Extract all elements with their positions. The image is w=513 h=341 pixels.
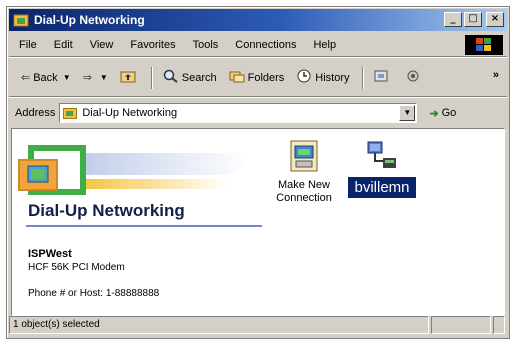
history-icon xyxy=(296,69,312,86)
dialup-folder-icon xyxy=(13,12,29,28)
banner-title: Dial-Up Networking xyxy=(28,201,185,220)
address-value: Dial-Up Networking xyxy=(82,107,178,119)
menu-favorites[interactable]: Favorites xyxy=(130,39,175,51)
selection-details: ISPWest HCF 56K PCI Modem Phone # or Hos… xyxy=(28,247,159,301)
folders-button[interactable]: Folders xyxy=(229,69,285,86)
menu-view[interactable]: View xyxy=(90,39,114,51)
status-text: 1 object(s) selected xyxy=(9,316,429,334)
search-icon xyxy=(163,69,179,86)
status-bar: 1 object(s) selected xyxy=(9,316,507,336)
back-arrow-icon: ⇐ xyxy=(21,72,31,84)
banner-swoosh xyxy=(78,179,228,189)
back-button[interactable]: ⇐ Back ▼ xyxy=(21,71,71,85)
menu-file[interactable]: File xyxy=(19,39,37,51)
toolbar-overflow[interactable]: » xyxy=(493,69,499,81)
close-button[interactable]: × xyxy=(486,12,504,27)
maximize-button[interactable]: □ xyxy=(464,12,482,27)
forward-button[interactable]: ⇒ ▼ xyxy=(83,71,108,84)
network-connection-icon xyxy=(365,139,399,173)
chevron-down-icon[interactable]: ▼ xyxy=(399,105,416,121)
folders-label: Folders xyxy=(247,71,285,84)
history-button[interactable]: History xyxy=(296,69,350,86)
toolbar-separator xyxy=(150,66,153,89)
up-folder-icon xyxy=(120,69,136,86)
menu-edit[interactable]: Edit xyxy=(54,39,73,51)
make-new-connection-icon xyxy=(288,139,320,173)
menu-tools[interactable]: Tools xyxy=(193,39,219,51)
minimize-button[interactable]: _ xyxy=(444,12,462,27)
address-input[interactable]: Dial-Up Networking ▼ xyxy=(59,103,418,123)
dialup-folder-icon xyxy=(18,159,58,191)
back-label: Back xyxy=(33,71,58,84)
selected-connection-name: ISPWest xyxy=(28,248,72,260)
history-label: History xyxy=(315,71,350,84)
make-new-label-line2: Connection xyxy=(276,192,332,204)
folder-view[interactable]: Dial-Up Networking ISPWest HCF 56K PCI M… xyxy=(11,128,505,316)
chevron-down-icon[interactable]: ▼ xyxy=(63,73,71,82)
move-to-icon xyxy=(374,69,390,86)
folders-icon xyxy=(229,69,245,86)
copy-to-button[interactable] xyxy=(405,69,424,86)
address-label: Address xyxy=(15,107,56,119)
menu-help[interactable]: Help xyxy=(313,39,336,51)
chevron-down-icon[interactable]: ▼ xyxy=(100,73,108,82)
window-controls: _ □ × xyxy=(444,12,504,27)
search-label: Search xyxy=(181,71,217,84)
selected-connection-phone: Phone # or Host: 1-88888888 xyxy=(28,288,160,299)
address-bar: Address Dial-Up Networking ▼ ➜ Go xyxy=(9,100,507,126)
banner-divider xyxy=(26,225,262,227)
explorer-window: Dial-Up Networking _ □ × File Edit View … xyxy=(6,6,510,339)
copy-to-icon xyxy=(405,69,421,86)
banner-swoosh xyxy=(58,153,248,175)
windows-logo-icon xyxy=(465,35,503,55)
search-button[interactable]: Search xyxy=(163,69,217,86)
make-new-connection-item[interactable]: Make New Connection xyxy=(269,139,339,205)
up-button[interactable] xyxy=(120,69,139,86)
title-bar[interactable]: Dial-Up Networking _ □ × xyxy=(9,9,507,31)
connection-item-bvillemn[interactable]: bvillemn xyxy=(342,139,422,198)
go-arrow-icon: ➜ xyxy=(429,107,439,120)
menu-connections[interactable]: Connections xyxy=(235,39,296,51)
move-to-button[interactable] xyxy=(374,69,393,86)
make-new-label-line1: Make New xyxy=(278,179,330,191)
connection-label: bvillemn xyxy=(348,177,416,198)
folder-banner: Dial-Up Networking xyxy=(18,139,262,227)
forward-arrow-icon: ⇒ xyxy=(82,72,92,84)
menu-bar: File Edit View Favorites Tools Connectio… xyxy=(9,33,507,57)
status-panel xyxy=(493,316,505,334)
selected-connection-device: HCF 56K PCI Modem xyxy=(28,262,125,273)
go-label: Go xyxy=(441,107,457,119)
go-button[interactable]: ➜ Go xyxy=(429,107,456,120)
window-title: Dial-Up Networking xyxy=(34,13,145,27)
standard-toolbar: ⇐ Back ▼ ⇒ ▼ Search Folders History » xyxy=(9,59,507,97)
toolbar-separator xyxy=(361,66,364,89)
dialup-folder-icon xyxy=(63,107,78,119)
status-panel xyxy=(431,316,491,334)
